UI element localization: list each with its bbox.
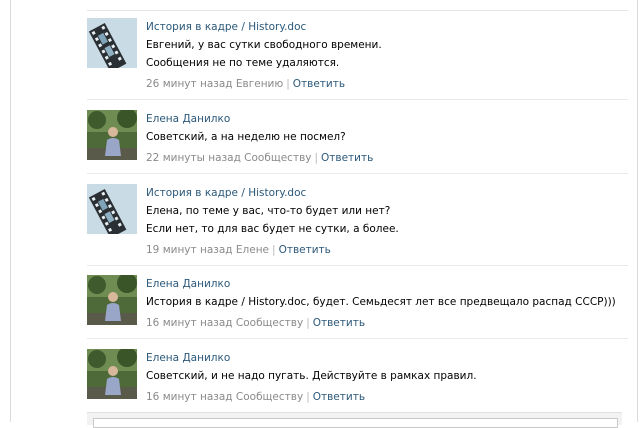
comment-input[interactable] <box>93 418 618 428</box>
comment-timestamp[interactable]: 22 минуты назад Сообществу <box>146 152 311 164</box>
comment-divider <box>87 173 628 174</box>
film-reel-avatar-icon <box>87 18 137 68</box>
reply-link[interactable]: Ответить <box>293 78 345 90</box>
film-reel-avatar-icon <box>87 184 137 234</box>
comment-item: Елена Данилко История в кадре / History.… <box>87 275 628 339</box>
avatar[interactable] <box>87 18 137 68</box>
comment-text: История в кадре / History.doc, будет. Се… <box>146 296 616 308</box>
person-photo-avatar-icon <box>87 275 137 325</box>
comment-timestamp[interactable]: 16 минут назад Сообществу <box>146 317 303 329</box>
avatar[interactable] <box>87 349 137 399</box>
comment-text: Евгений, у вас сутки свободного времени. <box>146 39 382 51</box>
reply-link[interactable]: Ответить <box>313 391 365 403</box>
avatar[interactable] <box>87 275 137 325</box>
comment-text: Если нет, то для вас будет не сутки, а б… <box>146 223 399 235</box>
comment-timestamp[interactable]: 26 минут назад Евгению <box>146 78 283 90</box>
comment-divider <box>87 338 628 339</box>
comment-item: Елена Данилко Советский, и не надо пугат… <box>87 349 628 411</box>
comment-author-link[interactable]: История в кадре / History.doc <box>146 184 628 202</box>
comment-text: Советский, а на неделю не посмел? <box>146 131 346 143</box>
page-left-border <box>10 0 11 422</box>
reply-link[interactable]: Ответить <box>313 317 365 329</box>
comment-item: История в кадре / History.doc Елена, по … <box>87 184 628 266</box>
avatar[interactable] <box>87 110 137 160</box>
comment-author-link[interactable]: Елена Данилко <box>146 110 628 128</box>
comment-text: Советский, и не надо пугать. Действуйте … <box>146 370 477 382</box>
page-right-border <box>637 0 638 422</box>
comment-item: Елена Данилко Советский, а на неделю не … <box>87 110 628 174</box>
meta-separator: | <box>306 391 310 403</box>
reply-link[interactable]: Ответить <box>321 152 373 164</box>
comment-author-link[interactable]: История в кадре / History.doc <box>146 18 628 36</box>
comment-timestamp[interactable]: 19 минут назад Елене <box>146 244 269 256</box>
reply-link[interactable]: Ответить <box>279 244 331 256</box>
comment-author-link[interactable]: Елена Данилко <box>146 349 628 367</box>
avatar[interactable] <box>87 184 137 234</box>
meta-separator: | <box>306 317 310 329</box>
meta-separator: | <box>272 244 276 256</box>
top-divider <box>87 10 628 11</box>
meta-separator: | <box>286 78 290 90</box>
comment-author-link[interactable]: Елена Данилко <box>146 275 628 293</box>
comment-item: История в кадре / History.doc Евгений, у… <box>87 18 628 100</box>
comment-divider <box>87 99 628 100</box>
person-photo-avatar-icon <box>87 349 137 399</box>
comment-text: Елена, по теме у вас, что-то будет или н… <box>146 205 391 217</box>
comment-timestamp[interactable]: 16 минут назад Сообществу <box>146 391 303 403</box>
comment-text: Сообщения не по теме удаляются. <box>146 57 340 69</box>
comment-divider <box>87 265 628 266</box>
meta-separator: | <box>314 152 319 164</box>
person-photo-avatar-icon <box>87 110 137 160</box>
